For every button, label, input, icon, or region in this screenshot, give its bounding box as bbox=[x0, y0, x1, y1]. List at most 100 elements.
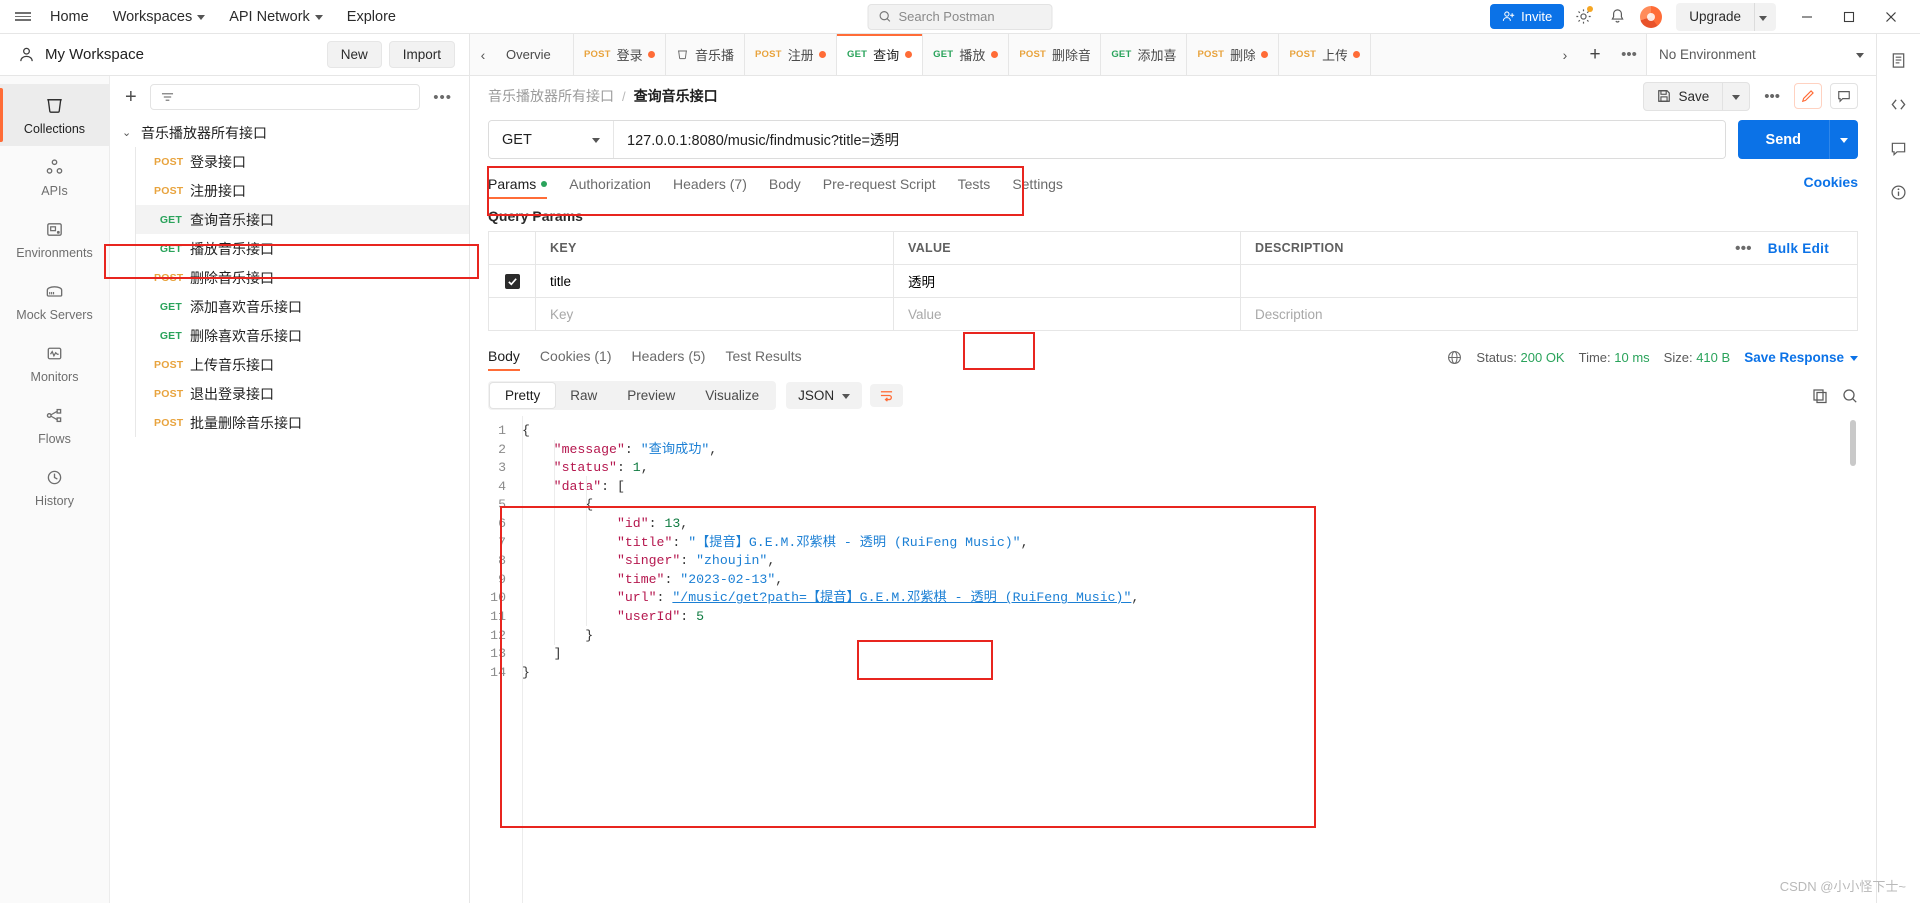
send-dropdown-button[interactable] bbox=[1829, 120, 1858, 159]
tree-request-item[interactable]: GET 添加喜欢音乐接口 bbox=[136, 292, 469, 321]
nav-api-network[interactable]: API Network bbox=[218, 6, 334, 28]
minimize-button[interactable] bbox=[1786, 0, 1828, 33]
comments-icon[interactable] bbox=[1884, 134, 1914, 162]
row-checkbox[interactable] bbox=[504, 273, 520, 289]
search-icon[interactable] bbox=[1842, 388, 1858, 404]
response-view-mode[interactable]: Preview bbox=[612, 383, 690, 408]
response-view-mode[interactable]: Raw bbox=[555, 383, 612, 408]
request-tab[interactable]: 音乐播 bbox=[666, 34, 746, 75]
tree-request-item[interactable]: POST 上传音乐接口 bbox=[136, 350, 469, 379]
close-button[interactable] bbox=[1870, 0, 1912, 33]
row-value-input[interactable]: 透明 bbox=[894, 265, 1241, 297]
nav-home[interactable]: Home bbox=[39, 6, 100, 28]
response-body-viewer[interactable]: 1{2 "message": "查询成功", 3 "status": 1, 4 "d… bbox=[488, 416, 1858, 903]
sidebar-item-apis[interactable]: APIs bbox=[0, 146, 109, 208]
new-tab-button[interactable]: + bbox=[1578, 34, 1612, 75]
settings-button[interactable] bbox=[1568, 4, 1598, 30]
tree-request-item[interactable]: POST 退出登录接口 bbox=[136, 379, 469, 408]
sidebar-item-history[interactable]: History bbox=[0, 456, 109, 518]
info-icon[interactable] bbox=[1884, 178, 1914, 206]
table-row[interactable]: title 透明 bbox=[489, 265, 1857, 298]
sidebar-item-mock-servers[interactable]: Mock Servers bbox=[0, 270, 109, 332]
row-description-input[interactable] bbox=[1241, 265, 1857, 297]
request-config-tab[interactable]: Authorization bbox=[569, 176, 651, 199]
save-dropdown-button[interactable] bbox=[1722, 82, 1749, 110]
upgrade-dropdown-button[interactable] bbox=[1754, 2, 1776, 31]
sidebar-item-monitors[interactable]: Monitors bbox=[0, 332, 109, 394]
bulk-edit-button[interactable]: Bulk Edit bbox=[1768, 241, 1829, 256]
response-tab[interactable]: Headers (5) bbox=[632, 348, 706, 371]
response-view-mode[interactable]: Visualize bbox=[690, 383, 774, 408]
save-response-button[interactable]: Save Response bbox=[1744, 350, 1858, 365]
request-tab[interactable]: POST 删除音 bbox=[1009, 34, 1102, 75]
request-tab[interactable]: GET 查询 bbox=[837, 34, 924, 75]
tree-more-icon[interactable]: ••• bbox=[430, 89, 455, 106]
request-tab[interactable]: POST 删除 bbox=[1187, 34, 1280, 75]
upgrade-button[interactable]: Upgrade bbox=[1676, 4, 1754, 29]
cookies-link[interactable]: Cookies bbox=[1804, 174, 1858, 190]
avatar[interactable] bbox=[1636, 4, 1666, 30]
nav-workspaces[interactable]: Workspaces bbox=[102, 6, 217, 28]
sidebar-item-flows[interactable]: Flows bbox=[0, 394, 109, 456]
request-config-tab[interactable]: Pre-request Script bbox=[823, 176, 936, 199]
placeholder-value-input[interactable]: Value bbox=[894, 298, 1241, 330]
invite-button[interactable]: Invite bbox=[1490, 4, 1565, 29]
request-config-tab[interactable]: Body bbox=[769, 176, 801, 199]
nav-explore[interactable]: Explore bbox=[336, 6, 407, 28]
tree-request-item[interactable]: POST 删除音乐接口 bbox=[136, 263, 469, 292]
send-button[interactable]: Send bbox=[1737, 120, 1829, 159]
environment-selector[interactable]: No Environment bbox=[1646, 34, 1876, 75]
sidebar-item-environments[interactable]: Environments bbox=[0, 208, 109, 270]
search-input[interactable]: Search Postman bbox=[867, 3, 1053, 30]
row-key-input[interactable]: title bbox=[536, 265, 894, 297]
tree-request-item[interactable]: GET 播放音乐接口 bbox=[136, 234, 469, 263]
response-tab[interactable]: Body bbox=[488, 348, 520, 371]
comment-icon[interactable] bbox=[1830, 83, 1858, 109]
request-more-icon[interactable]: ••• bbox=[1758, 88, 1786, 105]
edit-request-icon[interactable] bbox=[1794, 83, 1822, 109]
sidebar-item-collections[interactable]: Collections bbox=[0, 84, 109, 146]
method-selector[interactable]: GET bbox=[489, 121, 614, 158]
filter-input[interactable] bbox=[149, 84, 421, 110]
tabs-scroll-right-icon[interactable]: › bbox=[1552, 34, 1578, 75]
copy-icon[interactable] bbox=[1812, 388, 1828, 404]
collection-row[interactable]: ⌄ 音乐播放器所有接口 bbox=[110, 118, 469, 147]
notifications-button[interactable] bbox=[1602, 4, 1632, 30]
request-tab[interactable]: Overvie bbox=[496, 34, 574, 75]
table-placeholder-row[interactable]: Key Value Description bbox=[489, 298, 1857, 331]
response-scrollbar[interactable] bbox=[1850, 420, 1856, 466]
request-config-tab[interactable]: Params bbox=[488, 176, 548, 199]
request-tab[interactable]: POST 登录 bbox=[574, 34, 666, 75]
add-new-icon[interactable]: + bbox=[122, 87, 140, 107]
response-view-mode[interactable]: Pretty bbox=[490, 383, 556, 408]
new-button[interactable]: New bbox=[326, 41, 382, 68]
documentation-icon[interactable] bbox=[1884, 46, 1914, 74]
request-config-tab[interactable]: Tests bbox=[958, 176, 991, 199]
table-more-icon[interactable]: ••• bbox=[1735, 240, 1752, 257]
tree-request-item[interactable]: POST 批量删除音乐接口 bbox=[136, 408, 469, 437]
response-tab[interactable]: Cookies (1) bbox=[540, 348, 612, 371]
request-tab[interactable]: POST 注册 bbox=[745, 34, 838, 75]
url-input[interactable]: 127.0.0.1:8080/music/findmusic?title=透明 bbox=[614, 121, 1725, 158]
import-button[interactable]: Import bbox=[388, 41, 455, 68]
wrap-lines-button[interactable] bbox=[870, 384, 904, 407]
request-config-tab[interactable]: Settings bbox=[1012, 176, 1063, 199]
tree-request-item[interactable]: POST 注册接口 bbox=[136, 176, 469, 205]
code-snippet-icon[interactable] bbox=[1884, 90, 1914, 118]
save-button[interactable]: Save bbox=[1644, 83, 1722, 110]
request-tab[interactable]: GET 播放 bbox=[923, 34, 1010, 75]
hamburger-icon[interactable] bbox=[8, 10, 38, 23]
breadcrumb-collection[interactable]: 音乐播放器所有接口 bbox=[488, 86, 614, 106]
response-tab[interactable]: Test Results bbox=[725, 348, 801, 371]
tree-request-item[interactable]: POST 登录接口 bbox=[136, 147, 469, 176]
tabs-more-icon[interactable]: ••• bbox=[1612, 34, 1646, 75]
request-tab[interactable]: POST 上传 bbox=[1279, 34, 1372, 75]
placeholder-description-input[interactable]: Description bbox=[1241, 298, 1857, 330]
request-tab[interactable]: GET 添加喜 bbox=[1101, 34, 1188, 75]
tree-request-item[interactable]: GET 查询音乐接口 bbox=[136, 205, 469, 234]
tabs-scroll-left-icon[interactable]: ‹ bbox=[470, 34, 496, 75]
request-config-tab[interactable]: Headers (7) bbox=[673, 176, 747, 199]
tree-request-item[interactable]: GET 删除喜欢音乐接口 bbox=[136, 321, 469, 350]
placeholder-key-input[interactable]: Key bbox=[536, 298, 894, 330]
maximize-button[interactable] bbox=[1828, 0, 1870, 33]
